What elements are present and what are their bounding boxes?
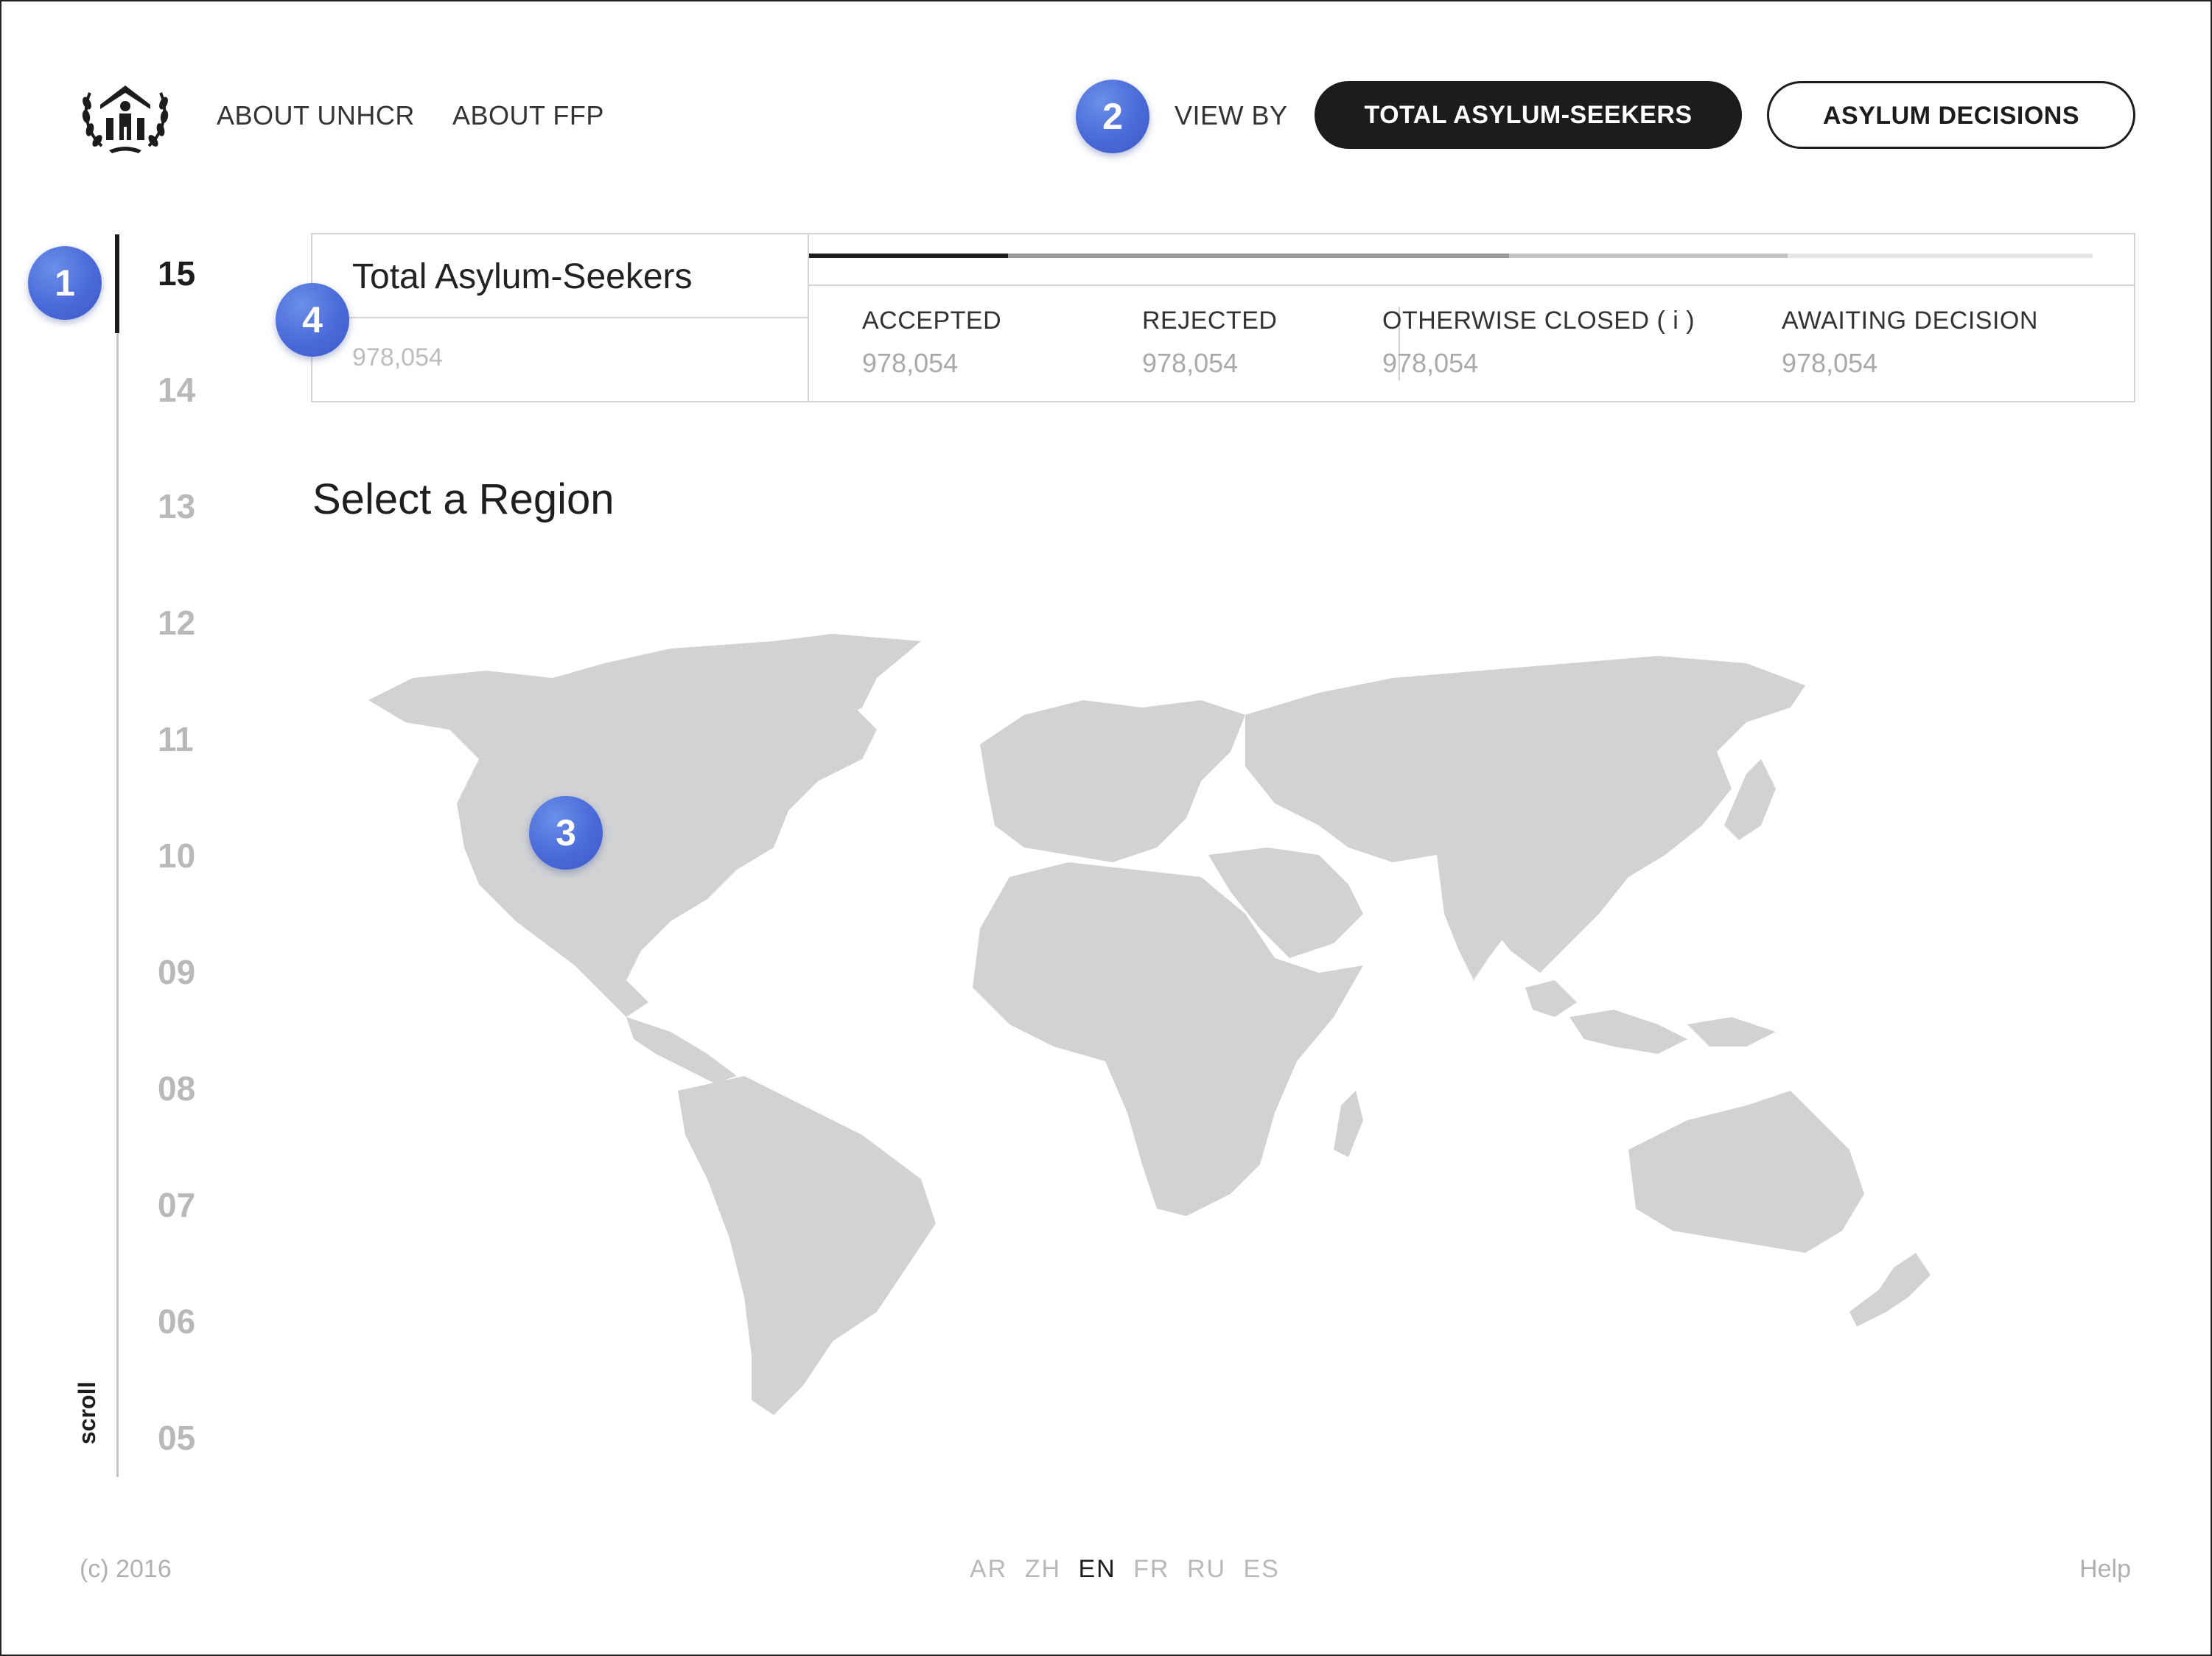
view-asylum-decisions-button[interactable]: ASYLUM DECISIONS: [1767, 81, 2135, 149]
scroll-label: scroll: [74, 1381, 100, 1444]
region-north-america[interactable]: [368, 641, 877, 1017]
stat-value-rejected: 978,054: [1142, 348, 1239, 378]
annotation-badge-4: 4: [276, 283, 349, 357]
summary-total-value: 978,054: [352, 343, 443, 371]
lang-zh[interactable]: ZH: [1025, 1555, 1061, 1583]
stat-label-accepted: ACCEPTED: [862, 307, 1002, 335]
year-07[interactable]: 07: [158, 1185, 195, 1225]
timeline-track[interactable]: [116, 234, 119, 1477]
year-09[interactable]: 09: [158, 952, 195, 992]
lang-es[interactable]: ES: [1244, 1555, 1280, 1583]
year-12[interactable]: 12: [158, 603, 195, 643]
stat-label-rejected: REJECTED: [1142, 307, 1278, 335]
lang-fr[interactable]: FR: [1133, 1555, 1169, 1583]
region-australia[interactable]: [1628, 1091, 1864, 1253]
region-south-america[interactable]: [678, 1076, 936, 1415]
view-total-asylum-seekers-button[interactable]: TOTAL ASYLUM-SEEKERS: [1315, 81, 1742, 149]
year-10[interactable]: 10: [158, 836, 195, 876]
region-central-america[interactable]: [626, 1017, 737, 1083]
year-08[interactable]: 08: [158, 1069, 195, 1108]
region-new-guinea[interactable]: [1687, 1017, 1776, 1047]
year-13[interactable]: 13: [158, 486, 195, 526]
copyright-text: (c) 2016: [80, 1555, 172, 1583]
annotation-badge-3: 3: [529, 796, 603, 870]
region-japan[interactable]: [1724, 759, 1776, 840]
region-madagascar[interactable]: [1334, 1091, 1363, 1157]
bar-segment-accepted[interactable]: [809, 254, 1008, 258]
summary-divider: [312, 317, 808, 318]
nav-about-unhcr[interactable]: ABOUT UNHCR: [217, 100, 415, 131]
region-new-zealand[interactable]: [1849, 1253, 1931, 1327]
stat-value-otherwise-closed: 978,054: [1382, 348, 1479, 378]
distribution-bar: [809, 234, 2134, 286]
nav-about-ffp[interactable]: ABOUT FFP: [452, 100, 604, 131]
stat-label-awaiting: AWAITING DECISION: [1782, 307, 2038, 335]
region-indonesia[interactable]: [1525, 980, 1577, 1017]
bar-segment-awaiting[interactable]: [1788, 254, 2093, 258]
region-southeast-asia[interactable]: [1569, 1010, 1687, 1054]
stat-label-otherwise-closed[interactable]: OTHERWISE CLOSED ( i ): [1382, 307, 1695, 335]
lang-ar[interactable]: AR: [970, 1555, 1007, 1583]
view-by-label: VIEW BY: [1175, 100, 1288, 130]
summary-title: Total Asylum-Seekers: [352, 257, 693, 296]
bar-segment-otherwise-closed[interactable]: [1509, 254, 1788, 258]
stat-value-awaiting: 978,054: [1782, 348, 1878, 378]
select-region-title: Select a Region: [312, 475, 615, 523]
bar-segment-rejected[interactable]: [1008, 254, 1509, 258]
stat-value-accepted: 978,054: [862, 348, 959, 378]
timeline-active-marker: [115, 234, 119, 333]
help-link[interactable]: Help: [2079, 1555, 2131, 1584]
region-europe[interactable]: [980, 700, 1245, 862]
summary-total-section: Total Asylum-Seekers 978,054: [312, 234, 809, 401]
summary-panel: Total Asylum-Seekers 978,054 ACCEPTED 97…: [311, 233, 2135, 402]
lang-en[interactable]: EN: [1078, 1555, 1116, 1583]
lang-ru[interactable]: RU: [1187, 1555, 1226, 1583]
year-06[interactable]: 06: [158, 1302, 195, 1341]
annotation-badge-2: 2: [1076, 80, 1149, 153]
world-map[interactable]: [361, 634, 2085, 1430]
year-05[interactable]: 05: [158, 1418, 195, 1458]
year-15[interactable]: 15: [158, 254, 195, 293]
language-switcher: AR ZH EN FR RU ES: [970, 1555, 1289, 1584]
annotation-badge-1: 1: [28, 246, 102, 320]
year-14[interactable]: 14: [158, 370, 195, 410]
unhcr-logo-icon[interactable]: [80, 80, 171, 156]
year-11[interactable]: 11: [158, 719, 194, 759]
